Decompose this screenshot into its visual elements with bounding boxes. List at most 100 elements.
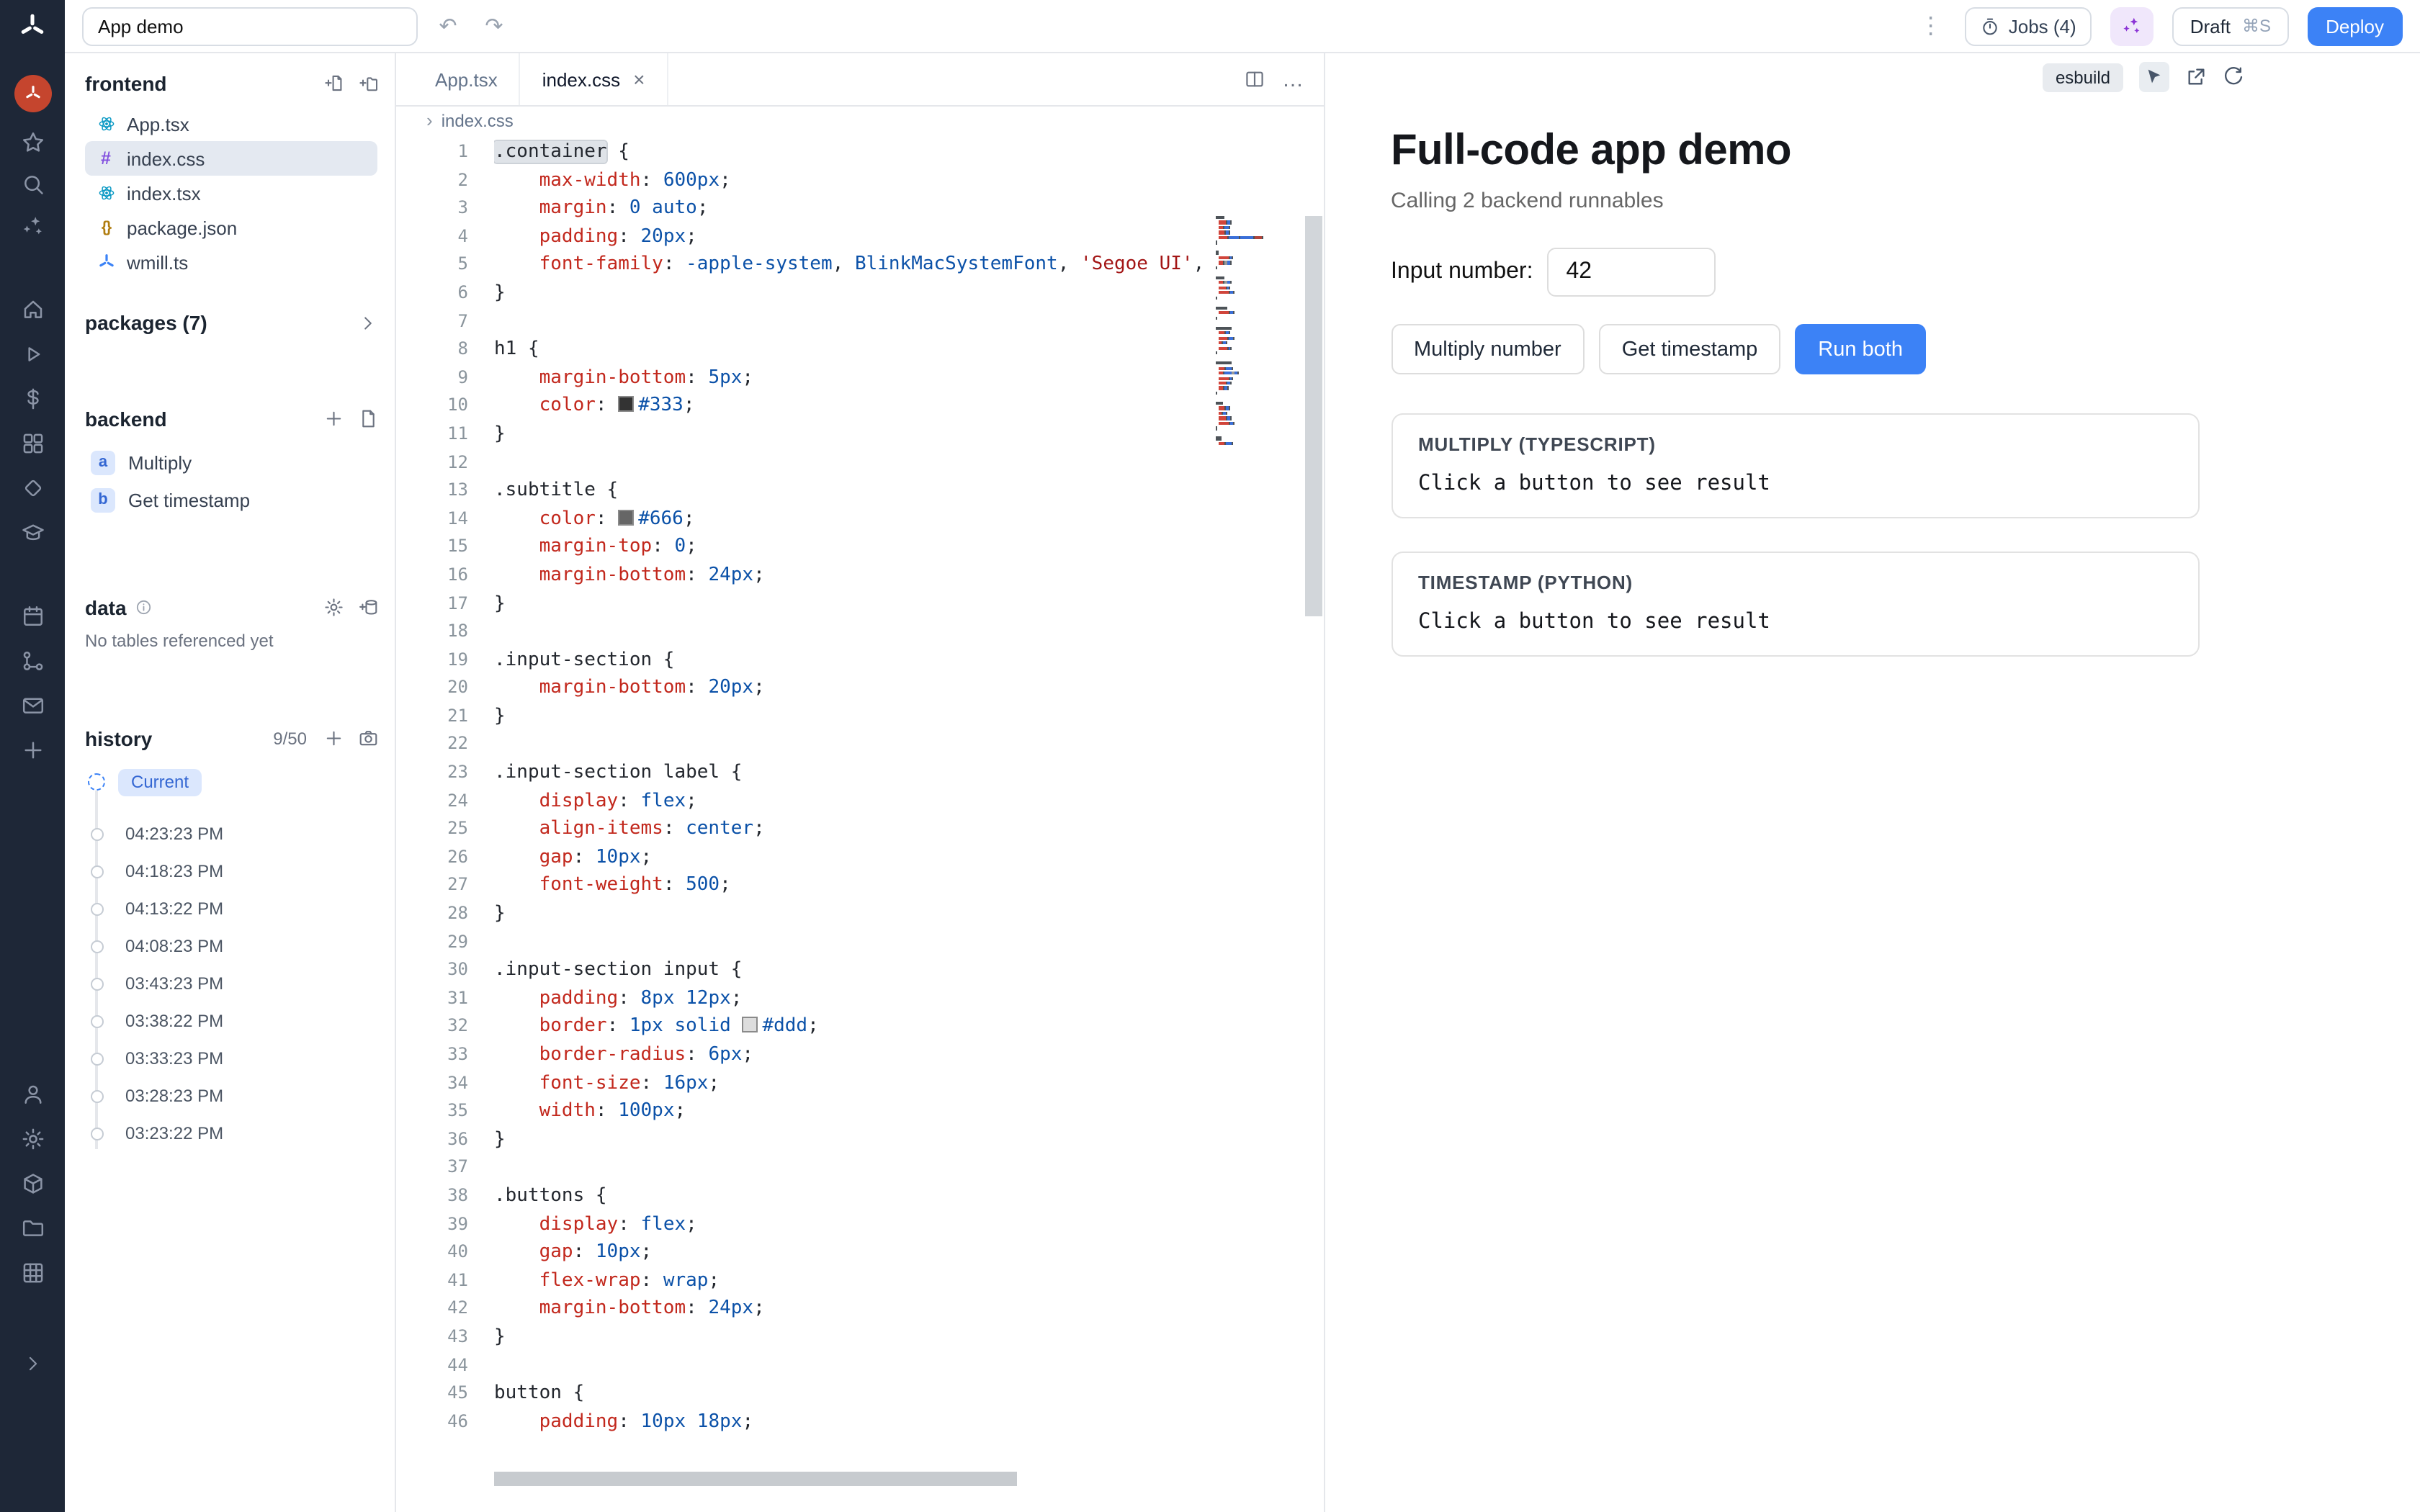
code-line-35: width: 100px; xyxy=(494,1097,1217,1125)
play-icon[interactable] xyxy=(21,343,44,366)
file-index.css[interactable]: #index.css xyxy=(85,141,377,176)
app-avatar-glyph xyxy=(24,85,41,102)
add-snapshot-icon[interactable] xyxy=(324,729,344,749)
history-entry[interactable]: 03:43:23 PM xyxy=(88,965,377,1002)
add-table-icon[interactable] xyxy=(358,598,377,618)
app-avatar[interactable] xyxy=(14,75,51,112)
camera-icon[interactable] xyxy=(358,729,377,749)
code-line-32: border: 1px solid #ddd; xyxy=(494,1013,1217,1041)
runnable-Multiply[interactable]: aMultiply xyxy=(85,444,377,481)
history-entry[interactable]: 03:23:22 PM xyxy=(88,1115,377,1152)
frontend-section: frontend App.tsx#index.cssindex.tsx{}pac… xyxy=(85,73,377,279)
code-line-21: } xyxy=(494,703,1217,731)
backend-runnable-list: aMultiplybGet timestamp xyxy=(85,444,377,518)
history-time: 04:08:23 PM xyxy=(125,936,223,956)
calendar-icon[interactable] xyxy=(21,605,44,628)
split-editor-icon[interactable] xyxy=(1245,69,1265,89)
history-entry[interactable]: 04:18:23 PM xyxy=(88,852,377,890)
jobs-button[interactable]: Jobs (4) xyxy=(1966,6,2092,45)
file-wmill.ts[interactable]: wmill.ts xyxy=(85,245,377,279)
vertical-scrollbar[interactable] xyxy=(1305,216,1322,616)
code-line-20: margin-bottom: 20px; xyxy=(494,675,1217,703)
file-package.json[interactable]: {}package.json xyxy=(85,210,377,245)
search-icon[interactable] xyxy=(21,173,44,196)
history-time: 03:23:22 PM xyxy=(125,1123,223,1143)
rail-icon-groups xyxy=(0,53,65,762)
close-tab-icon[interactable]: × xyxy=(633,68,645,91)
minimap[interactable] xyxy=(1216,216,1285,447)
gear-icon[interactable] xyxy=(21,1128,44,1151)
inspect-cursor-icon[interactable] xyxy=(2139,62,2169,92)
history-entry[interactable]: 03:38:22 PM xyxy=(88,1002,377,1040)
history-entry[interactable]: 04:08:23 PM xyxy=(88,927,377,965)
home-icon[interactable] xyxy=(21,298,44,321)
file-App.tsx[interactable]: App.tsx xyxy=(85,107,377,141)
dollar-icon[interactable] xyxy=(21,387,44,410)
wand-icon[interactable] xyxy=(21,215,44,238)
code-line-3: margin: 0 auto; xyxy=(494,194,1217,222)
app-name-input[interactable] xyxy=(82,6,418,45)
tab-label: index.css xyxy=(542,68,620,90)
kebab-menu-icon[interactable]: ⋮ xyxy=(1915,12,1947,40)
run-both-button[interactable]: Run both xyxy=(1795,324,1926,374)
breadcrumb[interactable]: › index.css xyxy=(396,107,1324,134)
history-entry[interactable]: 04:13:22 PM xyxy=(88,890,377,927)
runnable-Get timestamp[interactable]: bGet timestamp xyxy=(85,481,377,518)
apps-icon[interactable] xyxy=(21,432,44,455)
history-entry[interactable]: 04:23:23 PM xyxy=(88,815,377,852)
open-external-icon[interactable] xyxy=(2185,66,2207,88)
horizontal-scrollbar[interactable] xyxy=(494,1472,1017,1486)
plus-icon[interactable] xyxy=(21,739,44,762)
flow-icon[interactable] xyxy=(21,649,44,672)
tab-index.css[interactable]: index.css × xyxy=(521,53,668,105)
code-line-1: .container { xyxy=(494,138,1217,166)
code-line-37 xyxy=(494,1154,1217,1182)
star-icon[interactable] xyxy=(21,131,44,154)
folder-icon[interactable] xyxy=(21,1217,44,1240)
deploy-button[interactable]: Deploy xyxy=(2307,6,2403,45)
redo-icon[interactable]: ↷ xyxy=(478,13,510,39)
undo-icon[interactable]: ↶ xyxy=(432,13,464,39)
code-line-44 xyxy=(494,1351,1217,1380)
add-runnable-icon[interactable] xyxy=(324,410,344,429)
more-actions-icon[interactable]: … xyxy=(1282,67,1305,91)
code-line-39: display: flex; xyxy=(494,1210,1217,1238)
file-index.tsx[interactable]: index.tsx xyxy=(85,176,377,210)
frontend-file-list: App.tsx#index.cssindex.tsx{}package.json… xyxy=(85,107,377,279)
timeline-dot xyxy=(91,1089,104,1102)
code-line-9: margin-bottom: 5px; xyxy=(494,364,1217,392)
expand-chevron-right-icon[interactable] xyxy=(22,1354,42,1374)
box-icon[interactable] xyxy=(21,1172,44,1195)
windmill-logo-icon[interactable] xyxy=(0,0,65,53)
code-line-43: } xyxy=(494,1323,1217,1351)
ai-wand-button[interactable] xyxy=(2111,6,2154,45)
left-icon-rail xyxy=(0,0,65,1512)
current-version-icon xyxy=(88,773,105,791)
history-current[interactable]: Current xyxy=(88,763,377,801)
packages-row[interactable]: packages (7) xyxy=(85,305,377,340)
runnable-file-icon[interactable] xyxy=(358,410,377,429)
add-folder-icon[interactable] xyxy=(358,74,377,94)
history-entry[interactable]: 03:33:23 PM xyxy=(88,1040,377,1077)
code-area[interactable]: 1234567891011121314151617181920212223242… xyxy=(396,134,1324,1512)
get-timestamp-button[interactable]: Get timestamp xyxy=(1599,324,1781,374)
tab-App.tsx[interactable]: App.tsx xyxy=(413,53,521,105)
history-entry[interactable]: 03:28:23 PM xyxy=(88,1077,377,1115)
multiply-number-button[interactable]: Multiply number xyxy=(1391,324,1585,374)
user-icon[interactable] xyxy=(21,1083,44,1106)
number-input[interactable] xyxy=(1547,248,1716,297)
input-row: Input number: xyxy=(1391,248,2199,297)
mail-icon[interactable] xyxy=(21,694,44,717)
data-settings-icon[interactable] xyxy=(324,598,344,618)
diamond-icon[interactable] xyxy=(21,477,44,500)
code-line-28: } xyxy=(494,900,1217,928)
grid-icon[interactable] xyxy=(21,1261,44,1284)
runnable-name: Multiply xyxy=(128,451,192,473)
code-line-40: gap: 10px; xyxy=(494,1238,1217,1266)
code-line-10: color: #333; xyxy=(494,392,1217,420)
add-file-icon[interactable] xyxy=(324,74,344,94)
bundler-badge: esbuild xyxy=(2043,63,2123,91)
refresh-icon[interactable] xyxy=(2223,66,2244,88)
draft-button[interactable]: Draft ⌘S xyxy=(2173,6,2288,45)
learn-icon[interactable] xyxy=(21,521,44,544)
